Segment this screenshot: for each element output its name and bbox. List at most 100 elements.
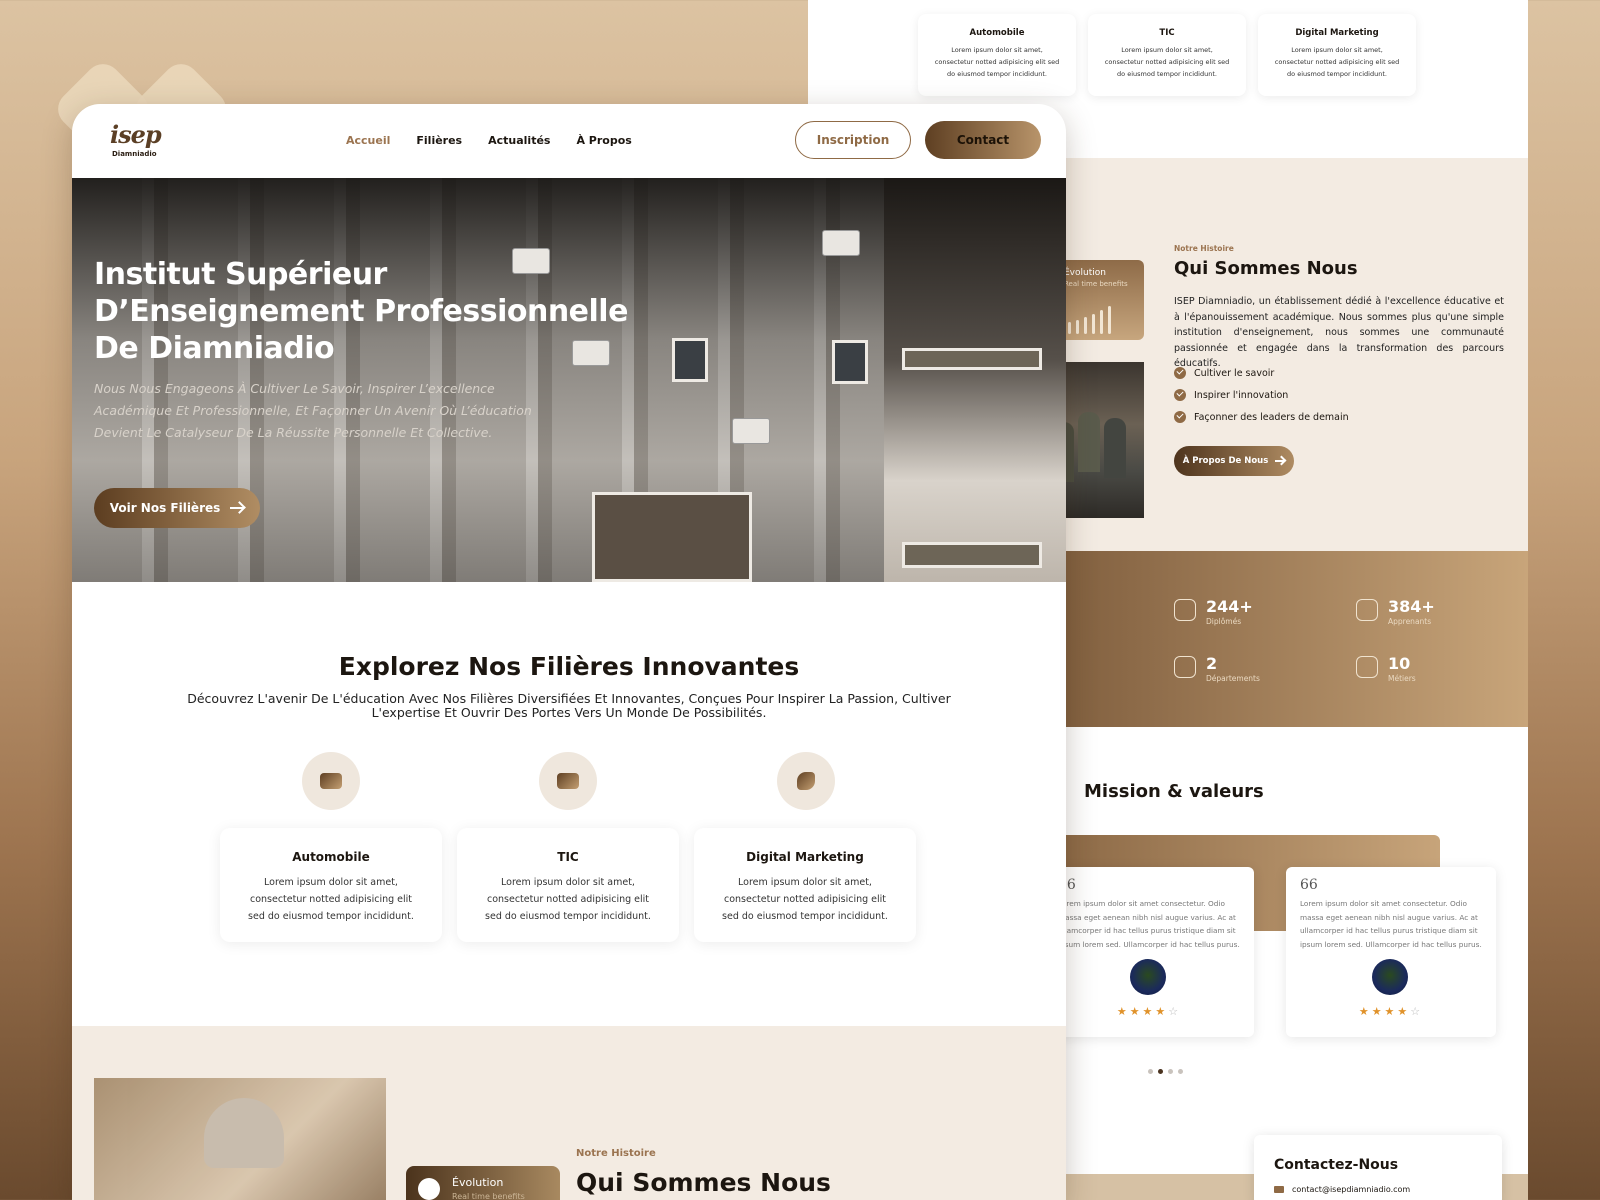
evolution-widget: Évolution Real time benefits bbox=[406, 1166, 560, 1200]
filiere-text: Lorem ipsum dolor sit amet, consectetur … bbox=[1274, 46, 1400, 78]
section-title: Explorez Nos Filières Innovantes bbox=[338, 652, 800, 681]
section-lead: Découvrez L'avenir De L'éducation Avec N… bbox=[187, 691, 951, 720]
carousel-dot[interactable] bbox=[1168, 1069, 1173, 1074]
about-us-button[interactable]: À Propos De Nous bbox=[1174, 446, 1294, 476]
filiere-text: Lorem ipsum dolor sit amet, consectetur … bbox=[722, 877, 888, 922]
nav-item-filieres[interactable]: Filières bbox=[416, 134, 462, 147]
filiere-card[interactable]: Digital Marketing Lorem ipsum dolor sit … bbox=[1258, 14, 1416, 96]
window-image bbox=[902, 542, 1042, 568]
stat-value: 244+ bbox=[1206, 597, 1253, 616]
air-conditioner-image bbox=[822, 230, 860, 256]
nav-item-a-propos[interactable]: À Propos bbox=[576, 134, 631, 147]
history-section: Évolution Real time benefits Notre Histo… bbox=[72, 1026, 1066, 1200]
filiere-text: Lorem ipsum dolor sit amet, consectetur … bbox=[1104, 46, 1230, 78]
avatar bbox=[1372, 959, 1408, 995]
evolution-subtitle: Real time benefits bbox=[1064, 280, 1128, 288]
avatar bbox=[1130, 959, 1166, 995]
student-photo bbox=[94, 1078, 386, 1200]
stat-value: 384+ bbox=[1388, 597, 1435, 616]
car-icon bbox=[302, 752, 360, 810]
testimonial-text: Lorem ipsum dolor sit amet consectetur. … bbox=[1300, 899, 1482, 949]
evolution-title: Évolution bbox=[1064, 268, 1106, 278]
contact-title: Contactez-Nous bbox=[1274, 1157, 1399, 1173]
see-filieres-button[interactable]: Voir Nos Filières bbox=[94, 488, 260, 528]
stat-label: Métiers bbox=[1388, 674, 1416, 683]
layers-icon bbox=[1174, 656, 1196, 678]
nav-menu: Accueil Filières Actualités À Propos bbox=[346, 134, 632, 147]
window-image bbox=[832, 340, 868, 384]
check-icon bbox=[1174, 367, 1186, 379]
nav-item-actualites[interactable]: Actualités bbox=[488, 134, 550, 147]
carousel-dots[interactable] bbox=[1148, 1069, 1183, 1074]
filiere-card[interactable]: Automobile Lorem ipsum dolor sit amet, c… bbox=[918, 14, 1076, 96]
filiere-text: Lorem ipsum dolor sit amet, consectetur … bbox=[248, 877, 414, 922]
stat-value: 2 bbox=[1206, 654, 1218, 673]
filiere-card[interactable]: TIC Lorem ipsum dolor sit amet, consecte… bbox=[457, 828, 679, 942]
logo-mark: isep bbox=[110, 120, 162, 149]
inscription-button[interactable]: Inscription bbox=[795, 121, 911, 159]
bullet-label: Cultiver le savoir bbox=[1194, 367, 1275, 379]
rating-stars: ★★★★☆ bbox=[1044, 1005, 1254, 1018]
button-label: Voir Nos Filières bbox=[109, 501, 221, 515]
contact-card: Contactez-Nous contact@isepdiamniadio.co… bbox=[1254, 1135, 1502, 1200]
mail-icon bbox=[1274, 1186, 1284, 1193]
carousel-dot[interactable] bbox=[1148, 1069, 1153, 1074]
stat-value: 10 bbox=[1388, 654, 1411, 673]
hero-section: Institut Supérieur D’Enseignement Profes… bbox=[72, 178, 1066, 582]
testimonial-card[interactable]: 66 Lorem ipsum dolor sit amet consectetu… bbox=[1286, 867, 1496, 1037]
filiere-card[interactable]: TIC Lorem ipsum dolor sit amet, consecte… bbox=[1088, 14, 1246, 96]
filiere-text: Lorem ipsum dolor sit amet, consectetur … bbox=[485, 877, 651, 922]
section-title: Qui Sommes Nous bbox=[1174, 258, 1358, 279]
arrow-right-icon bbox=[1275, 460, 1286, 462]
air-conditioner-image bbox=[732, 418, 770, 444]
user-icon bbox=[1356, 599, 1378, 621]
filiere-card[interactable]: Digital Marketing Lorem ipsum dolor sit … bbox=[694, 828, 916, 942]
evolution-subtitle: Real time benefits bbox=[452, 1192, 525, 1200]
button-label: À Propos De Nous bbox=[1182, 456, 1269, 466]
section-tag: Notre Histoire bbox=[1174, 244, 1234, 253]
main-page-preview: isep Diamniadio Accueil Filières Actuali… bbox=[72, 104, 1066, 1200]
briefcase-icon bbox=[1356, 656, 1378, 678]
graduation-cap-icon bbox=[1174, 599, 1196, 621]
rating-stars: ★★★★☆ bbox=[1286, 1005, 1496, 1018]
megaphone-icon bbox=[777, 752, 835, 810]
section-title: Mission & valeurs bbox=[1084, 781, 1264, 802]
stat-label: Apprenants bbox=[1388, 617, 1432, 626]
contact-button[interactable]: Contact bbox=[925, 121, 1041, 159]
filiere-card[interactable]: Automobile Lorem ipsum dolor sit amet, c… bbox=[220, 828, 442, 942]
contact-email[interactable]: contact@isepdiamniadio.com bbox=[1274, 1185, 1410, 1194]
stat-label: Départements bbox=[1206, 674, 1260, 683]
empty-star: ☆ bbox=[1168, 1005, 1182, 1018]
bullet-item: Cultiver le savoir bbox=[1174, 367, 1274, 379]
logo[interactable]: isep Diamniadio bbox=[108, 120, 178, 164]
filieres-section: Explorez Nos Filières Innovantes Découvr… bbox=[72, 582, 1066, 1026]
window-image bbox=[672, 338, 708, 382]
window-image bbox=[902, 348, 1042, 370]
testimonial-text: Lorem ipsum dolor sit amet consectetur. … bbox=[1058, 899, 1240, 949]
testimonial-card[interactable]: 66 Lorem ipsum dolor sit amet consectetu… bbox=[1044, 867, 1254, 1037]
carousel-dot[interactable] bbox=[1158, 1069, 1163, 1074]
filiere-title: TIC bbox=[1159, 28, 1175, 38]
bullet-label: Façonner des leaders de demain bbox=[1194, 411, 1349, 423]
window-image bbox=[592, 492, 752, 582]
nav-item-accueil[interactable]: Accueil bbox=[346, 134, 390, 147]
navbar: isep Diamniadio Accueil Filières Actuali… bbox=[72, 104, 1066, 178]
check-icon bbox=[1174, 411, 1186, 423]
check-icon bbox=[1174, 389, 1186, 401]
bullet-item: Inspirer l'innovation bbox=[1174, 389, 1288, 401]
filiere-title: Automobile bbox=[292, 850, 370, 864]
pulse-icon bbox=[418, 1178, 440, 1200]
filiere-title: Automobile bbox=[969, 28, 1025, 38]
section-tag: Notre Histoire bbox=[576, 1148, 656, 1159]
filiere-title: Digital Marketing bbox=[1295, 28, 1379, 38]
filiere-text: Lorem ipsum dolor sit amet, consectetur … bbox=[934, 46, 1060, 78]
email-text: contact@isepdiamniadio.com bbox=[1292, 1185, 1411, 1194]
logo-subtitle: Diamniadio bbox=[112, 150, 157, 158]
arrow-right-icon bbox=[230, 507, 245, 509]
quote-icon: 66 bbox=[1300, 877, 1318, 893]
devices-icon bbox=[539, 752, 597, 810]
filled-stars: ★★★★ bbox=[1358, 1005, 1411, 1018]
bullet-label: Inspirer l'innovation bbox=[1194, 389, 1289, 401]
carousel-dot[interactable] bbox=[1178, 1069, 1183, 1074]
stat-label: Diplômés bbox=[1206, 617, 1242, 626]
